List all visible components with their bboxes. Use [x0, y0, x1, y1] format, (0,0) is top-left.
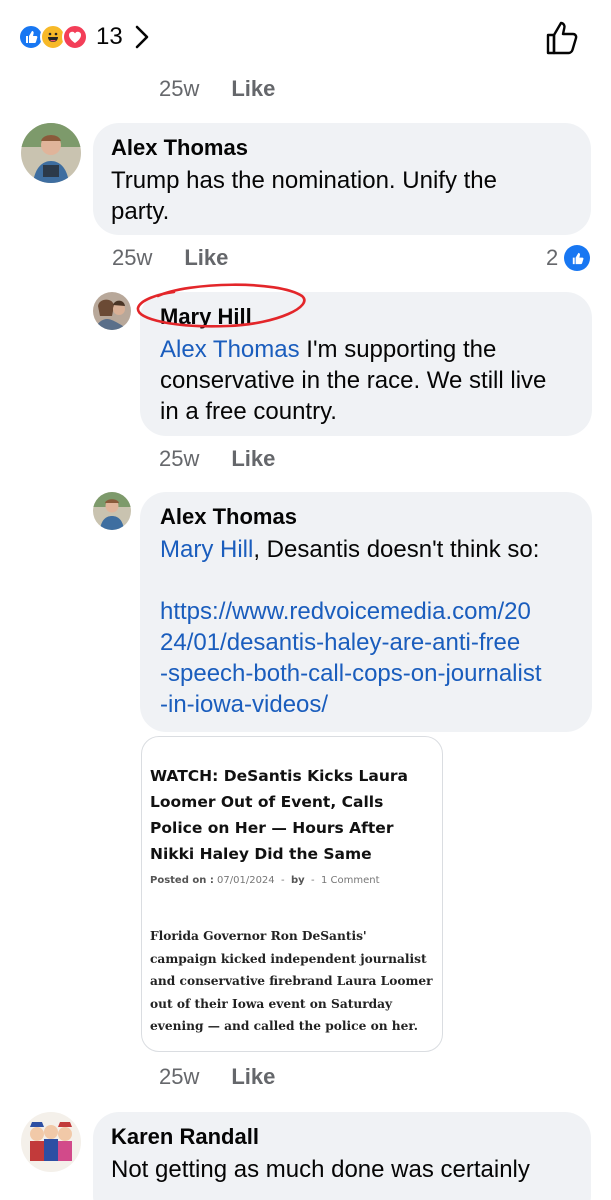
reaction-summary[interactable]: 13 — [18, 22, 153, 52]
comment-time: 25w — [112, 245, 153, 270]
link-text-line[interactable]: -speech-both-call-cops-on-journalist — [160, 658, 590, 689]
like-icon — [564, 245, 591, 271]
comment-bubble: Alex Thomas Trump has the nomination. Un… — [93, 123, 591, 235]
like-link[interactable]: Like — [231, 76, 275, 102]
posted-date: 07/01/2024 — [217, 875, 275, 886]
comment-reaction-count: 2 — [546, 245, 559, 270]
comment-author[interactable]: Mary Hill — [160, 303, 252, 331]
article-meta: Posted on : 07/01/2024 - by - 1 Comment — [150, 875, 380, 886]
comment-text: Trump has the nomination. Unify the part… — [111, 165, 497, 227]
comment-text-line: Trump has the nomination. Unify the — [111, 167, 497, 194]
love-icon — [62, 24, 88, 50]
comment-meta: 25w Like — [159, 446, 275, 472]
reply-bubble: Mary Hill Alex Thomas I'm supporting the… — [140, 292, 592, 436]
article-headline: WATCH: DeSantis Kicks Laura Loomer Out o… — [150, 767, 409, 863]
comment-time: 25w — [159, 446, 200, 471]
comment-time: 25w — [159, 76, 200, 101]
by-label: by — [290, 875, 305, 886]
article-excerpt: Florida Governor Ron DeSantis' campaign … — [150, 929, 433, 1033]
avatar[interactable] — [93, 492, 131, 530]
comment-author[interactable]: Karen Randall — [111, 1123, 259, 1151]
comment-meta: 25w Like — [112, 245, 228, 271]
link-text-line[interactable]: -in-iowa-videos/ — [160, 689, 590, 720]
comment-text-line: in a free country. — [160, 398, 337, 425]
avatar[interactable] — [21, 123, 81, 183]
avatar[interactable] — [21, 1112, 81, 1172]
reply-bubble: Alex Thomas Mary Hill, Desantis doesn't … — [140, 492, 592, 732]
comment-text-fragment: I'm supporting the — [299, 336, 497, 363]
comment-text: Mary Hill, Desantis doesn't think so: — [160, 534, 539, 565]
comment-text-line: conservative in the race. We still live — [160, 367, 547, 394]
mention-link[interactable]: Mary Hill — [160, 536, 253, 563]
comment-text: Alex Thomas I'm supporting the conservat… — [160, 334, 546, 427]
comment-text-line: Not getting as much done was certainly — [111, 1156, 530, 1183]
mention-link[interactable]: Alex Thomas — [160, 336, 300, 363]
like-link[interactable]: Like — [231, 446, 275, 472]
link-text-line[interactable]: https://www.redvoicemedia.com/20 — [160, 596, 590, 627]
comment-text: Not getting as much done was certainly — [111, 1154, 530, 1185]
like-link[interactable]: Like — [184, 245, 228, 271]
reactions-bar: 13 — [0, 0, 611, 72]
like-button-icon[interactable] — [543, 18, 583, 58]
comment-meta: 25w Like — [159, 76, 275, 102]
link-text-line[interactable]: 24/01/desantis-haley-are-anti-free — [160, 627, 590, 658]
comment-reactions[interactable]: 2 — [546, 245, 591, 271]
comment-text-line: party. — [111, 198, 170, 225]
attached-image[interactable]: WATCH: DeSantis Kicks Laura Loomer Out o… — [141, 736, 443, 1052]
avatar[interactable] — [93, 292, 131, 330]
comment-author[interactable]: Alex Thomas — [160, 503, 297, 531]
comment-time: 25w — [159, 1064, 200, 1089]
like-link[interactable]: Like — [231, 1064, 275, 1090]
chevron-right-icon[interactable] — [131, 22, 153, 52]
posted-label: Posted on : — [150, 875, 214, 886]
comment-author[interactable]: Alex Thomas — [111, 134, 248, 162]
comment-text-line: Alex Thomas I'm supporting the — [160, 334, 546, 365]
comment-bubble: Karen Randall Not getting as much done w… — [93, 1112, 591, 1200]
shared-link[interactable]: https://www.redvoicemedia.com/20 24/01/d… — [160, 596, 590, 720]
comment-count: 1 Comment — [321, 875, 380, 886]
reaction-count: 13 — [96, 23, 123, 50]
comment-text-fragment: , Desantis doesn't think so: — [253, 536, 540, 563]
comment-meta: 25w Like — [159, 1064, 275, 1090]
